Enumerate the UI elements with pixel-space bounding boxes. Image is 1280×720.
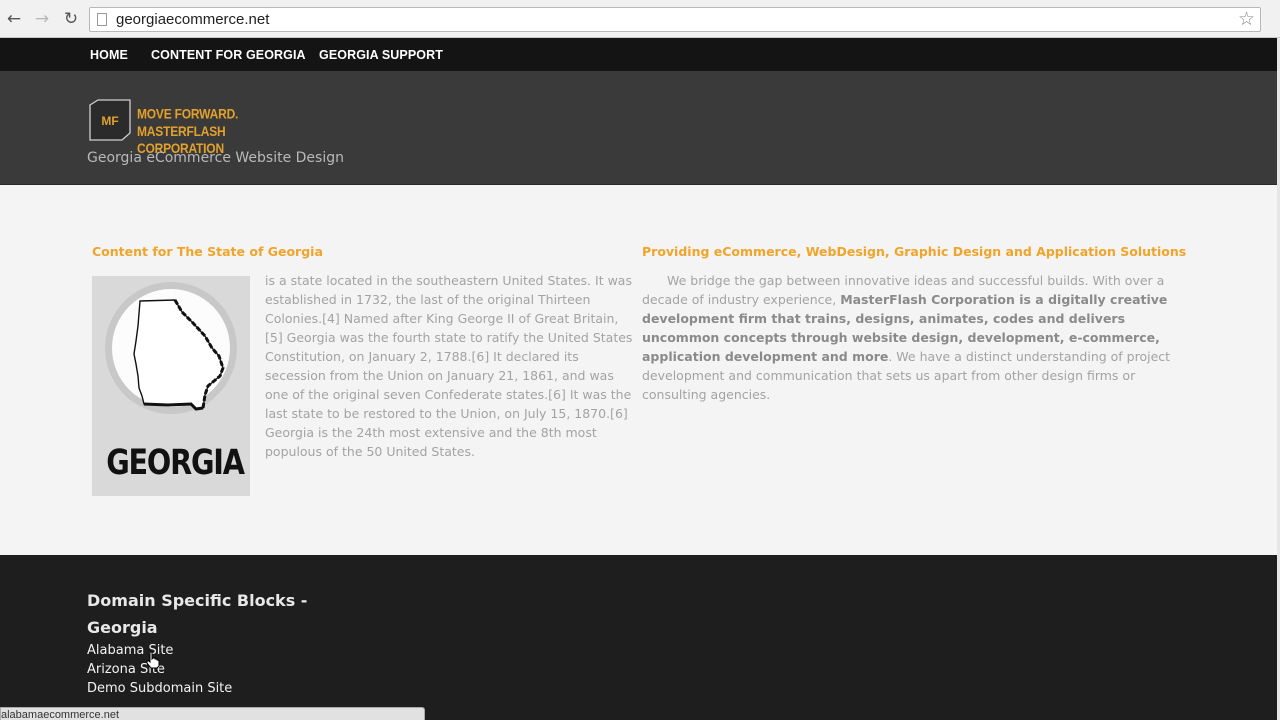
- hand-cursor-icon: [146, 651, 160, 669]
- site-logo[interactable]: MF MOVE FORWARD. MASTERFLASH CORPORATION: [89, 99, 299, 157]
- nav-support-link[interactable]: GEORGIA SUPPORT: [319, 48, 443, 62]
- nav-content-link[interactable]: CONTENT FOR GEORGIA: [151, 48, 306, 62]
- browser-toolbar: ← → ↻ georgiaecommerce.net ☆: [0, 0, 1280, 38]
- footer-links: Alabama Site Arizona Site Demo Subdomain…: [87, 641, 232, 698]
- site-header: MF MOVE FORWARD. MASTERFLASH CORPORATION…: [0, 71, 1277, 185]
- star-icon[interactable]: ☆: [1238, 8, 1255, 31]
- logo-mark-icon: MF: [89, 99, 131, 141]
- reload-icon[interactable]: ↻: [61, 9, 81, 29]
- georgia-description: is a state located in the southeastern U…: [265, 273, 633, 459]
- nav-home-link[interactable]: HOME: [90, 48, 128, 62]
- georgia-label: GEORGIA: [106, 443, 245, 483]
- url-text[interactable]: georgiaecommerce.net: [116, 11, 269, 28]
- page-icon: [97, 13, 107, 26]
- status-bubble: alabamaecommerce.net: [0, 707, 425, 720]
- georgia-image: GEORGIA: [92, 276, 250, 496]
- main-content: Content for The State of Georgia Providi…: [0, 185, 1277, 555]
- left-heading: Content for The State of Georgia: [92, 244, 323, 259]
- site-tagline: Georgia eCommerce Website Design: [87, 150, 344, 166]
- arrow-left-icon[interactable]: ←: [4, 9, 24, 29]
- logo-line-1: MOVE FORWARD.: [137, 106, 239, 123]
- logo-mark-text: MF: [101, 114, 118, 128]
- footer-title: Domain Specific Blocks - Georgia: [87, 591, 308, 637]
- company-description: We bridge the gap between innovative ide…: [642, 271, 1187, 404]
- address-bar[interactable]: georgiaecommerce.net ☆: [89, 7, 1261, 32]
- site-nav: HOME CONTENT FOR GEORGIA GEORGIA SUPPORT: [0, 38, 1277, 71]
- georgia-map-icon: [133, 299, 225, 411]
- arrow-right-icon[interactable]: →: [32, 9, 52, 29]
- right-heading: Providing eCommerce, WebDesign, Graphic …: [642, 244, 1187, 259]
- status-url: alabamaecommerce.net: [1, 709, 120, 720]
- demo-subdomain-link[interactable]: Demo Subdomain Site: [87, 679, 232, 698]
- site-footer: Domain Specific Blocks - Georgia Alabama…: [0, 555, 1277, 720]
